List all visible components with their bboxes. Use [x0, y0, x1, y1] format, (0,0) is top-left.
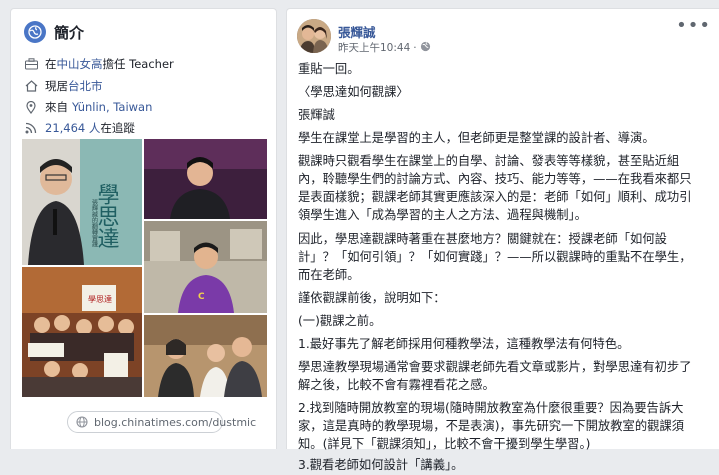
blog-link[interactable]: blog.chinatimes.com/dustmic	[67, 411, 256, 433]
post-line: 3.觀看老師如何設計「講義」。	[298, 458, 464, 472]
svg-text:C: C	[198, 292, 205, 302]
post-timestamp[interactable]: 昨天上午10:44	[338, 40, 410, 55]
photo-speaker[interactable]	[144, 139, 267, 219]
photo-three-people[interactable]	[144, 315, 267, 397]
post-line: 家，這是真時的教學現場，不是表演)，事先研究一下開放教室的觀課須	[298, 419, 685, 433]
followers-suffix: 在追蹤	[100, 121, 135, 135]
post-line: 因此，學思達觀課時著重在甚麼地方？關鍵就在：授課老師「如何設	[298, 232, 667, 246]
photo-group[interactable]: 學思達	[22, 267, 142, 397]
post-line: 解之後，比較不會有霧裡看花之感。	[298, 378, 495, 392]
post-line: 學思達教學現場通常會要求觀課老師先看文章或影片，對學思達有初步了	[298, 360, 692, 374]
post-line: 學生在課堂上是學習的主人，但老師更是整堂課的設計者、導演。	[298, 131, 655, 145]
post-line: 謹依觀課前後，說明如下：	[298, 291, 446, 305]
globe-icon	[24, 21, 46, 43]
work-row: 在 中山女高 擔任 Teacher	[24, 56, 174, 72]
from-prefix: 來自	[45, 100, 68, 114]
briefcase-icon	[24, 57, 38, 71]
from-row: 來自 Yünlin, Taiwan	[24, 99, 152, 115]
svg-text:學思達: 學思達	[88, 294, 112, 304]
public-audience-icon[interactable]	[420, 41, 431, 55]
post-more-options-button[interactable]: •••	[676, 15, 711, 36]
post-line: 重貼一回。	[298, 62, 360, 76]
post-line: 2.找到隨時開放教室的現場(隨時開放教室為什麼很重要？因為要告訴大	[298, 401, 684, 415]
post-meta: 昨天上午10:44 ·	[338, 40, 431, 55]
post-line: 知。(詳見下「觀課須知」，比較不會干擾到學生學習。)	[298, 437, 591, 451]
post-line: 1.最好事先了解老師採用何種教學法，這種教學法有何特色。	[298, 337, 630, 351]
intro-title: 簡介	[54, 23, 85, 42]
lives-prefix: 現居	[45, 79, 68, 93]
work-prefix: 在	[45, 57, 57, 71]
post-card: 張輝誠 昨天上午10:44 · ••• 重貼一回。 〈學思達如何觀課〉 張輝誠 …	[286, 8, 719, 472]
location-pin-icon	[24, 100, 38, 114]
lives-row: 現居 台北市	[24, 78, 103, 94]
blog-url: blog.chinatimes.com/dustmic	[94, 415, 257, 429]
post-author-name[interactable]: 張輝誠	[338, 22, 376, 41]
post-line: 〈學思達如何觀課〉	[298, 85, 409, 99]
intro-card: 簡介 在 中山女高 擔任 Teacher 現居 台北市 來自 Yünlin, T…	[10, 8, 277, 449]
post-line: 領學生進入「成為學習的主人之方法、過程與機制」。	[298, 208, 587, 222]
followers-count-link[interactable]: 21,464 人	[45, 120, 100, 136]
lives-city-link[interactable]: 台北市	[68, 78, 103, 94]
home-icon	[24, 79, 38, 93]
post-line: 觀課時只觀看學生在課堂上的自學、討論、發表等等樣貌，甚至貼近組	[298, 154, 680, 168]
author-avatar[interactable]	[297, 19, 331, 53]
post-line: (一)觀課之前。	[298, 314, 382, 328]
work-suffix: 擔任 Teacher	[102, 57, 174, 71]
post-line: 內，聆聽學生們的討論方式、內容、技巧、能力等等，——在我看來都只	[298, 172, 692, 186]
photo-book-cover[interactable]: 學思達 張輝誠的翻轉實踐	[22, 139, 142, 265]
intro-header: 簡介	[24, 21, 84, 43]
post-line: 計」？「如何引領」？「如何實踐」？——所以觀課時的重點不在學生，	[298, 250, 692, 264]
post-line: 張輝誠	[298, 108, 335, 122]
work-place-link[interactable]: 中山女高	[57, 56, 103, 72]
photo-purple-shirt[interactable]: C	[144, 221, 267, 313]
from-place-link[interactable]: Yünlin, Taiwan	[72, 100, 152, 114]
book-subtitle-text: 張輝誠的翻轉實踐	[91, 199, 98, 248]
rss-icon	[24, 121, 38, 135]
globe-link-icon	[76, 416, 88, 428]
followers-row: 21,464 人 在追蹤	[24, 120, 135, 136]
post-line: 而在老師。	[298, 268, 360, 282]
post-line: 是表面樣貌；觀課老師其實更應該深入的是：老師「如何」順利、成功引	[298, 190, 692, 204]
